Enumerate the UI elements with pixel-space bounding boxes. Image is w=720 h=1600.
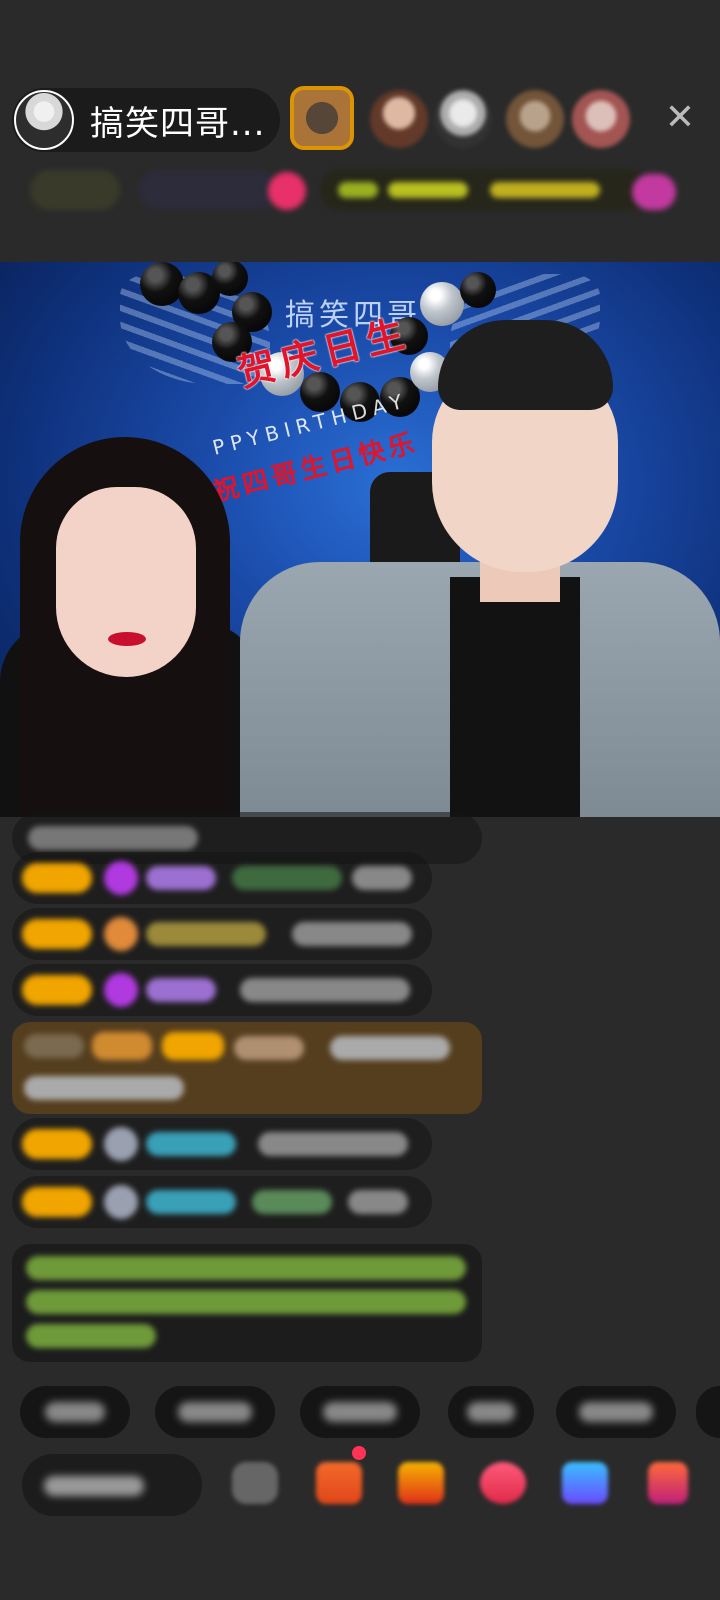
chat-message[interactable] [12, 1176, 432, 1228]
gem-icon [104, 973, 138, 1007]
host-avatar[interactable] [14, 90, 74, 150]
stream-badge-row[interactable] [20, 170, 700, 216]
more-icon[interactable] [648, 1462, 688, 1504]
quick-reply-chip[interactable] [300, 1386, 420, 1438]
emoji-icon[interactable] [232, 1462, 278, 1504]
level-badge [22, 863, 92, 893]
level-badge [22, 975, 92, 1005]
medal-icon [104, 917, 138, 951]
chat-message[interactable] [12, 908, 432, 960]
live-video[interactable]: 搞笑四哥 贺庆日生 PPYBIRTHDAY 祝四哥生日快乐 [0, 262, 720, 817]
streamer-left-lips [108, 632, 146, 646]
chat-message[interactable] [12, 1118, 432, 1170]
chat-message[interactable] [12, 852, 432, 904]
quick-reply-chip[interactable] [20, 1386, 130, 1438]
avatar-icon [104, 1185, 138, 1219]
level-badge [22, 919, 92, 949]
comment-input[interactable] [22, 1454, 202, 1516]
balloon [460, 272, 496, 308]
viewer-avatar-4[interactable] [506, 90, 564, 148]
host-info-pill[interactable]: 搞笑四哥... [12, 88, 280, 152]
share-icon[interactable] [562, 1462, 608, 1504]
streamer-right-shirt [450, 577, 580, 817]
heart-icon[interactable] [480, 1462, 526, 1504]
balloon [212, 262, 248, 296]
viewer-avatar-3[interactable] [434, 90, 492, 148]
quick-reply-chip[interactable] [155, 1386, 275, 1438]
gem-icon [104, 861, 138, 895]
chat-message[interactable] [12, 964, 432, 1016]
host-name[interactable]: 搞笑四哥... [90, 96, 265, 145]
balloon [420, 282, 464, 326]
balloon [140, 262, 184, 306]
streamer-right-hair [438, 320, 613, 410]
close-icon[interactable]: ✕ [660, 98, 700, 138]
streamer-left-face [56, 487, 196, 677]
level-badge [22, 1129, 92, 1159]
quick-reply-chip[interactable] [448, 1386, 534, 1438]
viewer-avatar-1[interactable] [290, 86, 354, 150]
quick-reply-chip[interactable] [556, 1386, 676, 1438]
avatar-icon [104, 1127, 138, 1161]
level-badge [22, 1187, 92, 1217]
viewer-avatar-2[interactable] [370, 90, 428, 148]
chat-message-highlighted[interactable] [12, 1022, 482, 1114]
gift-box-icon[interactable] [316, 1462, 362, 1504]
gift-icon[interactable] [398, 1462, 444, 1504]
quick-reply-chip[interactable] [696, 1386, 720, 1438]
notification-dot [352, 1446, 366, 1460]
system-notice [12, 1244, 482, 1362]
viewer-avatar-5[interactable] [572, 90, 630, 148]
